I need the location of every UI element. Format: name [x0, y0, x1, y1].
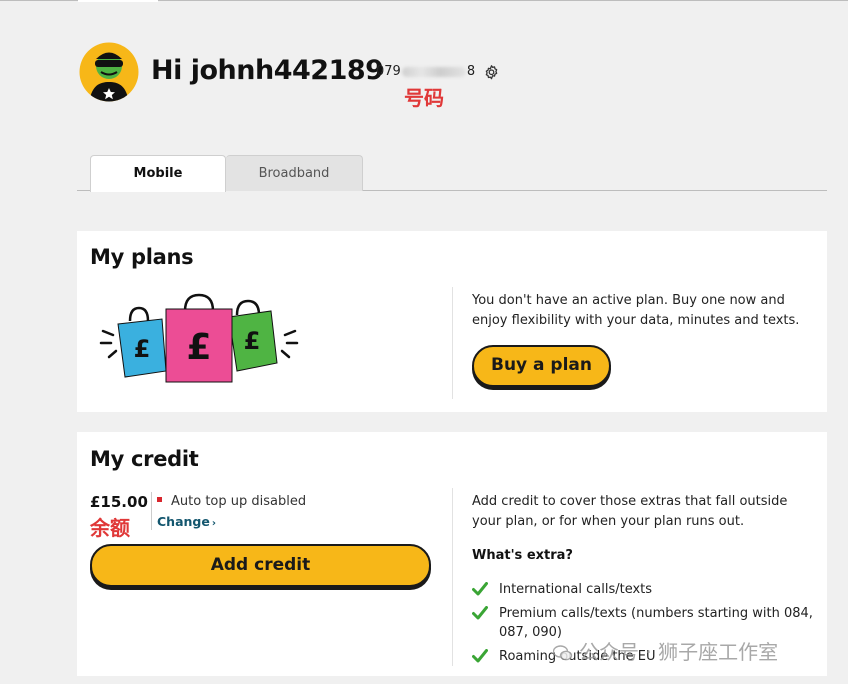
check-icon: [472, 605, 488, 619]
svg-text:£: £: [134, 335, 151, 363]
balance-separator: [151, 492, 152, 530]
svg-text:£: £: [186, 327, 211, 368]
extras-item-label: International calls/texts: [499, 582, 653, 597]
extras-heading: What's extra?: [472, 548, 573, 563]
greeting-heading: Hi johnh442189: [151, 55, 384, 86]
phone-annotation: 号码: [404, 86, 444, 110]
wechat-icon: [553, 645, 573, 661]
gear-icon[interactable]: [483, 64, 500, 81]
phone-suffix: 8: [466, 64, 476, 79]
watermark-text: 公众号 · 狮子座工作室: [579, 640, 779, 664]
tab-broadband[interactable]: Broadband: [226, 155, 363, 191]
extras-item-label: Premium calls/texts (numbers starting wi…: [499, 605, 813, 641]
check-icon: [472, 582, 488, 596]
top-border-highlight: [78, 0, 158, 2]
shopping-bags-illustration: £ £ £: [99, 293, 299, 383]
chevron-right-icon: ›: [211, 518, 216, 529]
plans-divider: [452, 287, 453, 399]
my-plans-card: My plans £ £ £ You don't have an active …: [77, 231, 827, 412]
watermark: 公众号 · 狮子座工作室: [553, 636, 778, 665]
auto-topup-label: Auto top up disabled: [171, 494, 307, 509]
auto-topup-status: Auto top up disabled: [157, 494, 306, 509]
phone-prefix: 079: [376, 64, 401, 79]
avatar[interactable]: [79, 42, 139, 102]
tab-mobile[interactable]: Mobile: [90, 155, 226, 192]
svg-text:£: £: [244, 327, 261, 355]
credit-divider: [452, 488, 453, 666]
credit-info-message: Add credit to cover those extras that fa…: [472, 494, 788, 529]
credit-balance: £15.00: [90, 493, 148, 511]
phone-number: 079 8: [376, 64, 475, 79]
my-credit-title: My credit: [90, 447, 199, 471]
add-credit-button[interactable]: Add credit: [90, 544, 431, 587]
redacted-digits: [401, 66, 466, 77]
my-plans-title: My plans: [90, 245, 194, 269]
buy-a-plan-button[interactable]: Buy a plan: [472, 345, 611, 387]
change-topup-link[interactable]: Change ›: [157, 514, 216, 529]
no-plan-message: You don't have an active plan. Buy one n…: [472, 293, 800, 328]
balance-annotation: 余额: [90, 516, 130, 540]
change-link-label: Change: [157, 514, 210, 529]
status-dot-icon: [157, 497, 162, 502]
extras-item: International calls/texts: [472, 580, 822, 600]
check-icon: [472, 648, 488, 662]
